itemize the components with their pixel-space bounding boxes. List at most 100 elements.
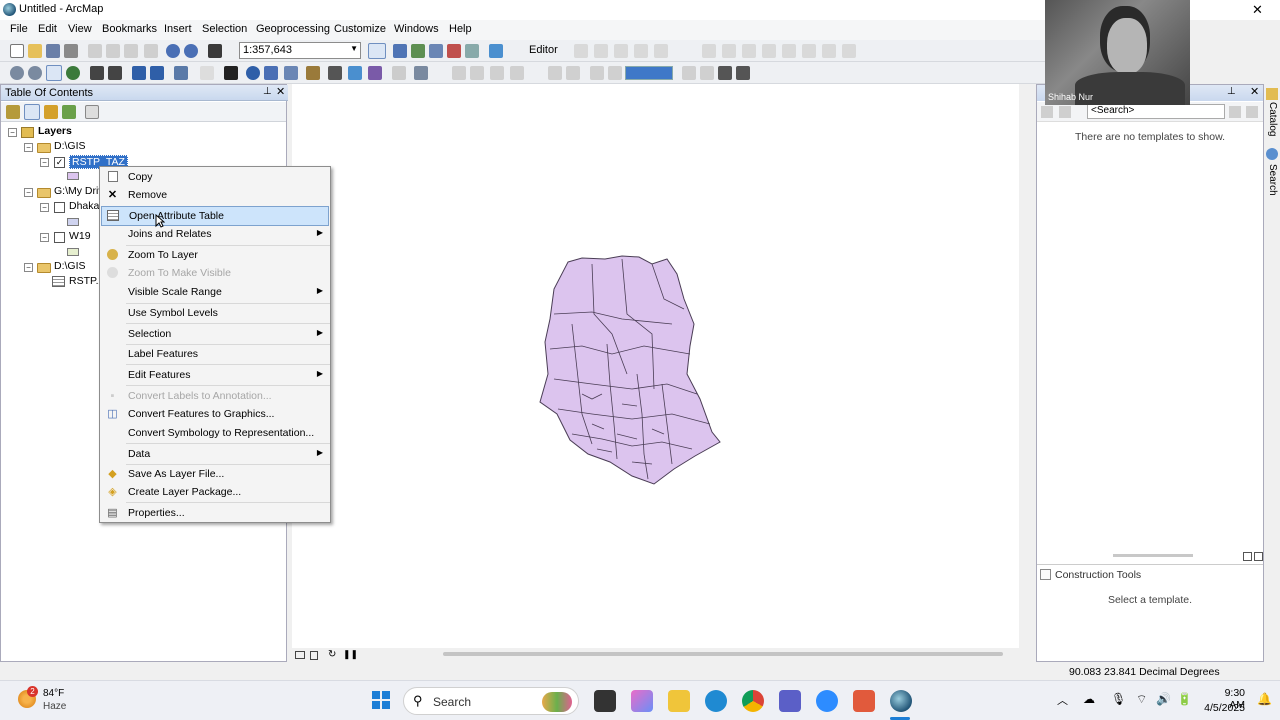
undo-icon[interactable]	[166, 44, 180, 58]
layout-forward-icon[interactable]	[590, 66, 604, 80]
catalog-tab-icon[interactable]	[1266, 88, 1278, 100]
chevron-up-icon[interactable]: ︿	[1057, 692, 1068, 708]
onedrive-icon[interactable]: ☁	[1083, 692, 1095, 706]
layout-back-icon[interactable]	[566, 66, 580, 80]
new-document-icon[interactable]	[10, 44, 24, 58]
layer-visibility-checkbox[interactable]	[54, 202, 65, 213]
select-features-icon[interactable]	[174, 66, 188, 80]
edit-tool-icon[interactable]	[574, 44, 588, 58]
rotate-icon[interactable]	[782, 44, 796, 58]
menu-item-zoom-to-make-visible[interactable]: Zoom To Make Visible	[101, 264, 329, 283]
search-tab-icon[interactable]	[1266, 148, 1278, 160]
collapse-icon[interactable]: −	[40, 233, 49, 242]
measure-icon[interactable]	[306, 66, 320, 80]
menu-item-create-layer-package[interactable]: ◈ Create Layer Package...	[101, 483, 329, 502]
straight-segment-icon[interactable]	[614, 44, 628, 58]
polygon-symbol-icon[interactable]	[67, 218, 79, 226]
fixed-zoom-out-icon[interactable]	[108, 66, 122, 80]
toc-layer-w19[interactable]: W19	[69, 230, 91, 242]
create-features-icon[interactable]	[842, 44, 856, 58]
collapse-icon[interactable]: −	[24, 263, 33, 272]
editor-menu[interactable]: Editor	[529, 44, 558, 56]
map-horizontal-scrollbar[interactable]	[443, 652, 1003, 656]
file-explorer-icon[interactable]	[668, 690, 690, 712]
menu-item-convert-features-graphics[interactable]: ◫ Convert Features to Graphics...	[101, 405, 329, 424]
list-by-selection-icon[interactable]	[62, 105, 76, 119]
map-scale-dropdown[interactable]: 1:357,643 ▼	[239, 42, 361, 59]
menu-item-visible-scale-range[interactable]: Visible Scale Range ▶	[101, 283, 329, 302]
trace-icon[interactable]	[654, 44, 668, 58]
zoom-app-icon[interactable]	[816, 690, 838, 712]
geoprocessing-icon[interactable]	[489, 44, 503, 58]
close-icon[interactable]: ✕	[276, 85, 285, 98]
teams-icon[interactable]	[779, 690, 801, 712]
open-icon[interactable]	[28, 44, 42, 58]
wifi-icon[interactable]: ⌔	[1136, 692, 1147, 707]
collapse-icon[interactable]: −	[40, 158, 49, 167]
layer-visibility-checkbox[interactable]	[54, 232, 65, 243]
list-by-drawing-order-icon[interactable]	[6, 105, 20, 119]
toc-source-dgis[interactable]: D:\GIS	[54, 140, 86, 152]
paste-icon[interactable]	[124, 44, 138, 58]
menu-file[interactable]: File	[9, 23, 29, 35]
template-search-input[interactable]: <Search>	[1087, 104, 1225, 119]
create-viewer-icon[interactable]	[414, 66, 428, 80]
delete-icon[interactable]	[144, 44, 158, 58]
menu-item-edit-features[interactable]: Edit Features ▶	[101, 366, 329, 385]
menu-customize[interactable]: Customize	[333, 23, 387, 35]
select-elements-icon[interactable]	[224, 66, 238, 80]
print-icon[interactable]	[64, 44, 78, 58]
menu-item-selection[interactable]: Selection ▶	[101, 325, 329, 344]
cut-polygons-icon[interactable]	[742, 44, 756, 58]
collapse-icon[interactable]: −	[24, 188, 33, 197]
menu-item-copy[interactable]: Copy	[101, 168, 329, 187]
redo-icon[interactable]	[184, 44, 198, 58]
menu-item-convert-symbology[interactable]: Convert Symbology to Representation...	[101, 424, 329, 443]
arctoolbox-icon[interactable]	[429, 44, 443, 58]
endpoint-arc-icon[interactable]	[634, 44, 648, 58]
hyperlink-icon[interactable]	[264, 66, 278, 80]
catalog-window-icon[interactable]	[393, 44, 407, 58]
list-by-source-icon[interactable]	[24, 104, 40, 120]
find-icon[interactable]	[328, 66, 342, 80]
minimize-icon[interactable]	[1243, 552, 1252, 561]
page-setup-icon[interactable]	[736, 66, 750, 80]
menu-item-save-layer-file[interactable]: ◆ Save As Layer File...	[101, 465, 329, 484]
menu-item-convert-labels[interactable]: ▪ Convert Labels to Annotation...	[101, 387, 329, 406]
pin-icon[interactable]: ⊥	[1227, 86, 1236, 97]
map-vertical-scrollbar[interactable]	[1019, 84, 1033, 648]
toc-options-icon[interactable]	[85, 105, 99, 119]
search-tab[interactable]: Search	[1267, 164, 1278, 196]
filter-icon[interactable]	[1059, 106, 1071, 118]
wps-icon[interactable]	[853, 690, 875, 712]
toc-source-dgis-2[interactable]: D:\GIS	[54, 260, 86, 272]
collapse-icon[interactable]: −	[24, 143, 33, 152]
search-templates-icon[interactable]	[1229, 106, 1241, 118]
battery-icon[interactable]: 🔋	[1177, 692, 1192, 706]
zoom-in-icon[interactable]	[10, 66, 24, 80]
panel-splitter[interactable]	[1113, 554, 1193, 557]
refresh-icon[interactable]: ↻	[328, 649, 336, 660]
menu-item-data[interactable]: Data ▶	[101, 445, 329, 464]
attributes-icon[interactable]	[802, 44, 816, 58]
split-icon[interactable]	[762, 44, 776, 58]
zoom-100-icon[interactable]	[548, 66, 562, 80]
layout-zoom-out-icon[interactable]	[470, 66, 484, 80]
layout-zoom-in-icon[interactable]	[452, 66, 466, 80]
save-icon[interactable]	[46, 44, 60, 58]
menu-selection[interactable]: Selection	[201, 23, 248, 35]
menu-windows[interactable]: Windows	[393, 23, 440, 35]
data-view-icon[interactable]	[295, 651, 305, 659]
pin-icon[interactable]: ⊥	[263, 86, 272, 97]
zoom-out-icon[interactable]	[28, 66, 42, 80]
fixed-zoom-in-icon[interactable]	[90, 66, 104, 80]
editor-toolbar-icon[interactable]	[368, 43, 386, 59]
toc-layer-dhaka[interactable]: Dhaka	[69, 200, 99, 212]
catalog-tab[interactable]: Catalog	[1267, 102, 1278, 136]
go-to-xy-icon[interactable]	[368, 66, 382, 80]
layout-view-icon[interactable]	[310, 651, 318, 660]
menu-item-open-attribute-table[interactable]: Open Attribute Table	[101, 206, 329, 226]
notification-bell-icon[interactable]: 🔔	[1257, 692, 1272, 706]
layout-zoom-control[interactable]	[625, 66, 673, 80]
clock-date[interactable]: 4/5/2025	[1200, 702, 1245, 714]
